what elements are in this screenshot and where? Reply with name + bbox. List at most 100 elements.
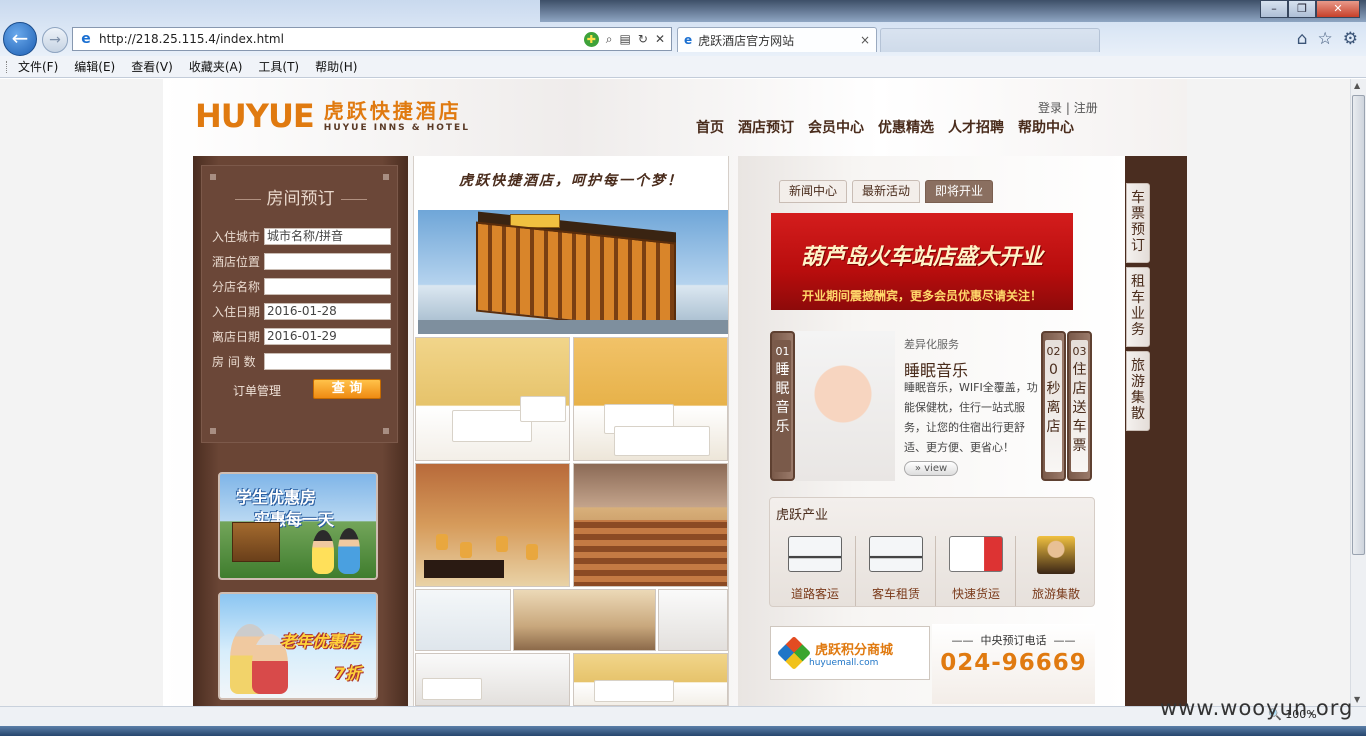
site-logo[interactable]: HUYUE 虎跃快捷酒店 HUYUE INNS & HOTEL <box>195 99 470 133</box>
field-label: 入住城市 <box>212 230 261 244</box>
logo-cn: 虎跃快捷酒店 <box>323 99 462 123</box>
checkin-date-input[interactable]: 2016-01-28 <box>264 303 391 320</box>
mall-logo-icon <box>777 636 811 670</box>
branch-input[interactable] <box>264 278 391 295</box>
field-checkin: 入住日期 2016-01-28 <box>212 303 391 320</box>
forward-arrow-icon: → <box>49 32 61 48</box>
browser-tab[interactable]: e 虎跃酒店官方网站 × <box>677 27 877 52</box>
scroll-up-icon[interactable]: ▲ <box>1354 81 1360 90</box>
tab-opening-soon[interactable]: 即将开业 <box>925 180 994 203</box>
home-icon[interactable]: ⌂ <box>1297 29 1308 49</box>
feature-description: 睡眠音乐，WIFI全覆盖，功能保健枕，住行一站式服务，让您的住宿出行更舒适、更方… <box>904 381 1038 454</box>
scrollbar-thumb[interactable] <box>1352 95 1365 555</box>
nav-hotel-booking[interactable]: 酒店预订 <box>738 117 794 137</box>
login-link[interactable]: 登录 <box>1038 101 1062 115</box>
tab-ie-icon: e <box>684 33 693 47</box>
vertical-scrollbar[interactable]: ▲ ▼ <box>1350 79 1366 706</box>
menu-view[interactable]: 查看(V) <box>131 58 173 75</box>
booking-title: 房间预订 <box>202 184 399 209</box>
desk-photo[interactable] <box>658 589 728 651</box>
city-input[interactable]: 城市名称/拼音 <box>264 228 391 245</box>
restore-icon[interactable]: ❐ <box>1288 0 1316 18</box>
room-photo[interactable] <box>415 653 570 706</box>
service-tab-zero-second-checkout[interactable]: 02 0秒离店 <box>1041 331 1066 481</box>
menu-edit[interactable]: 编辑(E) <box>74 58 115 75</box>
nav-home[interactable]: 首页 <box>696 117 724 137</box>
senior-discount-banner[interactable]: 老年优惠房 7折 <box>218 592 378 700</box>
suite-photo[interactable] <box>513 589 656 651</box>
address-bar[interactable]: e http://218.25.115.4/index.html ✚ ⌕ ▤ ↻… <box>72 27 672 51</box>
login-links: 登录 | 注册 <box>1038 101 1098 115</box>
room-photo[interactable] <box>573 653 728 706</box>
search-button-label: 查 询 <box>331 381 363 396</box>
hotel-exterior-photo[interactable] <box>418 210 728 334</box>
sidebar-tourism[interactable]: 旅游集散 <box>1126 351 1150 431</box>
nav-member-center[interactable]: 会员中心 <box>808 117 864 137</box>
menu-bar: 文件(F) 编辑(E) 查看(V) 收藏夹(A) 工具(T) 帮助(H) <box>0 56 1366 78</box>
industry-road-transport[interactable]: 道路客运 <box>775 536 855 606</box>
tab-news-center[interactable]: 新闻中心 <box>779 180 848 203</box>
nav-careers[interactable]: 人才招聘 <box>948 117 1004 137</box>
main-nav: 首页 酒店预订 会员中心 优惠精选 人才招聘 帮助中心 <box>696 117 1074 137</box>
compat-view-icon[interactable]: ▤ <box>620 32 631 47</box>
industry-tourism[interactable]: 旅游集散 <box>1015 536 1095 606</box>
chair <box>460 542 472 558</box>
url-text[interactable]: http://218.25.115.4/index.html <box>99 32 584 46</box>
forward-button[interactable]: → <box>42 27 68 53</box>
order-management-link[interactable]: 订单管理 <box>233 382 281 399</box>
browser-titlebar: ← → e http://218.25.115.4/index.html ✚ ⌕… <box>0 0 1366 56</box>
compat-icon[interactable]: ✚ <box>583 31 599 47</box>
field-label: 离店日期 <box>212 330 261 344</box>
scroll-down-icon[interactable]: ▼ <box>1354 695 1360 704</box>
industry-bus-rental[interactable]: 客车租赁 <box>855 536 935 606</box>
industry-express-freight[interactable]: 快速货运 <box>935 536 1015 606</box>
menu-favorites[interactable]: 收藏夹(A) <box>189 58 243 75</box>
minimize-icon[interactable]: – <box>1260 0 1288 18</box>
bathroom-photo[interactable] <box>415 589 511 651</box>
search-button[interactable]: 查 询 <box>313 379 381 399</box>
standard-room-photo[interactable] <box>573 337 728 461</box>
field-rooms: 房 间 数 <box>212 353 391 370</box>
senior-promo-line2: 7折 <box>334 664 362 683</box>
service-feature: 差异化服务 睡眠音乐 睡眠音乐，WIFI全覆盖，功能保健枕，住行一站式服务，让您… <box>795 331 1040 481</box>
industry-title: 虎跃产业 <box>776 508 829 523</box>
tab-title: 虎跃酒店官方网站 <box>698 33 795 48</box>
sidebar-car-rental[interactable]: 租车业务 <box>1126 267 1150 347</box>
menu-tools[interactable]: 工具(T) <box>258 58 299 75</box>
menu-file[interactable]: 文件(F) <box>18 58 58 75</box>
service-tab-sleep-music[interactable]: 01 睡眠音乐 <box>770 331 795 481</box>
tour-guide-icon <box>1036 536 1075 574</box>
stop-icon[interactable]: ✕ <box>655 32 665 47</box>
register-link[interactable]: 注册 <box>1074 101 1098 115</box>
view-button[interactable]: » view <box>904 461 958 476</box>
bus-icon <box>788 536 842 572</box>
nav-deals[interactable]: 优惠精选 <box>878 117 934 137</box>
industry-label: 道路客运 <box>790 587 839 601</box>
opening-banner[interactable]: 葫芦岛火车站店盛大开业 开业期间震撼酬宾，更多会员优惠尽请关注！ <box>771 213 1073 310</box>
new-tab[interactable] <box>880 28 1100 52</box>
favorites-star-icon[interactable]: ☆ <box>1318 29 1333 49</box>
menu-help[interactable]: 帮助(H) <box>315 58 357 75</box>
tab-latest-events[interactable]: 最新活动 <box>852 180 921 203</box>
page-viewport: HUYUE 虎跃快捷酒店 HUYUE INNS & HOTEL 登录 | 注册 … <box>0 79 1350 706</box>
ie-icon: e <box>81 31 91 47</box>
rooms-input[interactable] <box>264 353 391 370</box>
sidebar-ticket-booking[interactable]: 车票预订 <box>1126 183 1150 263</box>
twin-room-photo[interactable] <box>415 337 570 461</box>
service-tab-free-ticket[interactable]: 03 住店送车票 <box>1067 331 1092 481</box>
points-mall-link[interactable]: 虎跃积分商城 huyuemall.com <box>770 626 930 680</box>
close-icon[interactable]: ✕ <box>1316 0 1360 18</box>
conference-room-photo[interactable] <box>573 463 728 587</box>
restaurant-photo[interactable] <box>415 463 570 587</box>
sidebar-label: 车票预订 <box>1131 190 1145 254</box>
tab-close-icon[interactable]: × <box>860 33 870 47</box>
mall-name: 虎跃积分商城 <box>815 642 894 658</box>
location-input[interactable] <box>264 253 391 270</box>
search-icon[interactable]: ⌕ <box>606 32 613 47</box>
settings-gear-icon[interactable]: ⚙ <box>1343 29 1358 49</box>
refresh-icon[interactable]: ↻ <box>638 32 648 47</box>
student-discount-banner[interactable]: 学生优惠房 实惠每一天 <box>218 472 378 580</box>
checkout-date-input[interactable]: 2016-01-29 <box>264 328 391 345</box>
back-button[interactable]: ← <box>3 22 37 56</box>
nav-help-center[interactable]: 帮助中心 <box>1018 117 1074 137</box>
